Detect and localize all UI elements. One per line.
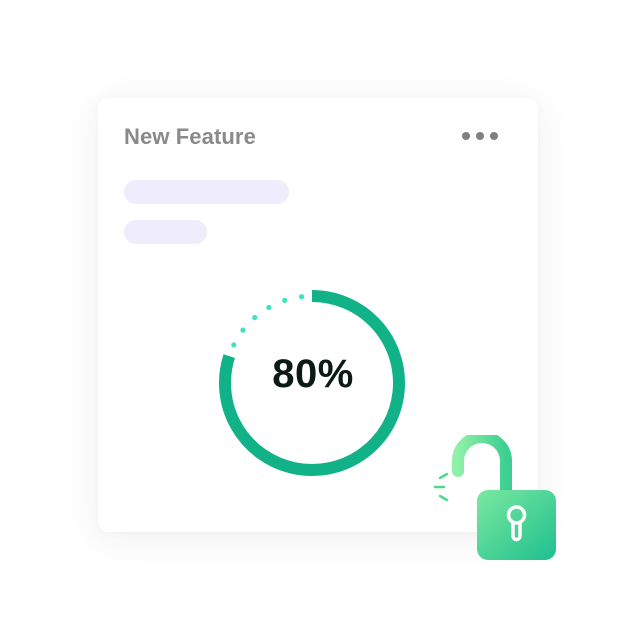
more-dot-icon <box>490 132 498 140</box>
text-placeholder-line <box>124 180 289 204</box>
more-options-button[interactable] <box>454 125 506 147</box>
more-dot-icon <box>462 132 470 140</box>
more-dot-icon <box>476 132 484 140</box>
progress-percentage: 80% <box>272 352 354 396</box>
unlocked-padlock-icon <box>433 435 556 560</box>
card-title: New Feature <box>124 124 256 149</box>
text-placeholder-line <box>124 220 207 244</box>
